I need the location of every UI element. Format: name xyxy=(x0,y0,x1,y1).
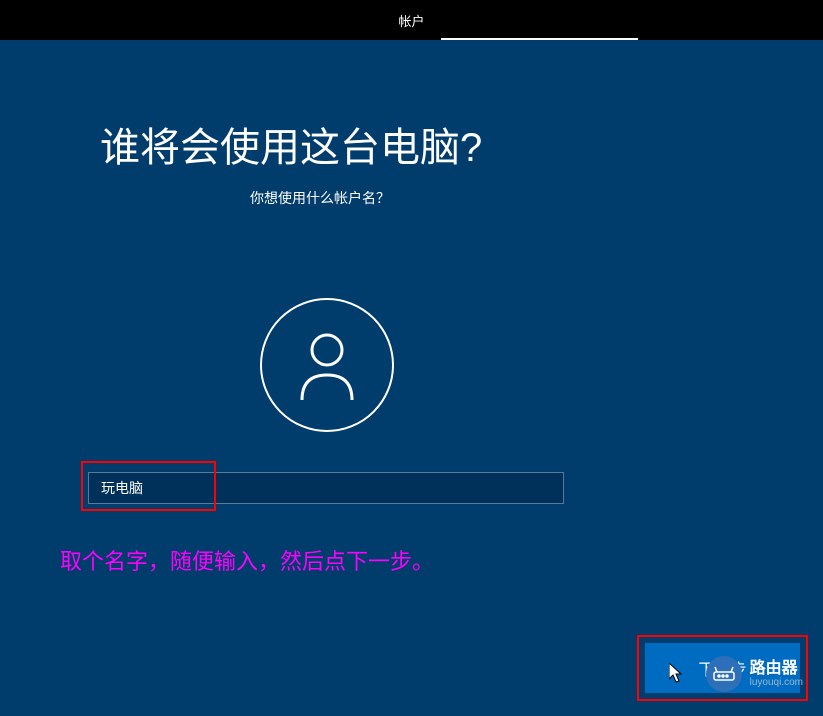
cursor-icon xyxy=(669,663,683,683)
user-icon xyxy=(297,330,357,400)
watermark-url: luyouqi.com xyxy=(750,677,803,688)
username-input[interactable] xyxy=(88,472,564,504)
watermark: 路由器 luyouqi.com xyxy=(706,656,803,692)
page-title: 谁将会使用这台电脑? xyxy=(100,115,723,173)
watermark-logo-icon xyxy=(706,656,742,692)
annotation-text: 取个名字，随便输入，然后点下一步。 xyxy=(60,544,723,576)
watermark-title: 路由器 xyxy=(750,660,803,678)
top-bar-underline xyxy=(441,38,638,40)
watermark-text: 路由器 luyouqi.com xyxy=(750,660,803,689)
top-bar: 帐户 xyxy=(0,0,823,40)
page-subtitle: 你想使用什么帐户名？ xyxy=(250,188,723,208)
input-section xyxy=(100,472,723,504)
avatar-placeholder xyxy=(260,298,394,432)
main-content: 谁将会使用这台电脑? 你想使用什么帐户名？ 取个名字，随便输入，然后点下一步。 xyxy=(0,40,823,576)
top-bar-label: 帐户 xyxy=(398,11,424,30)
